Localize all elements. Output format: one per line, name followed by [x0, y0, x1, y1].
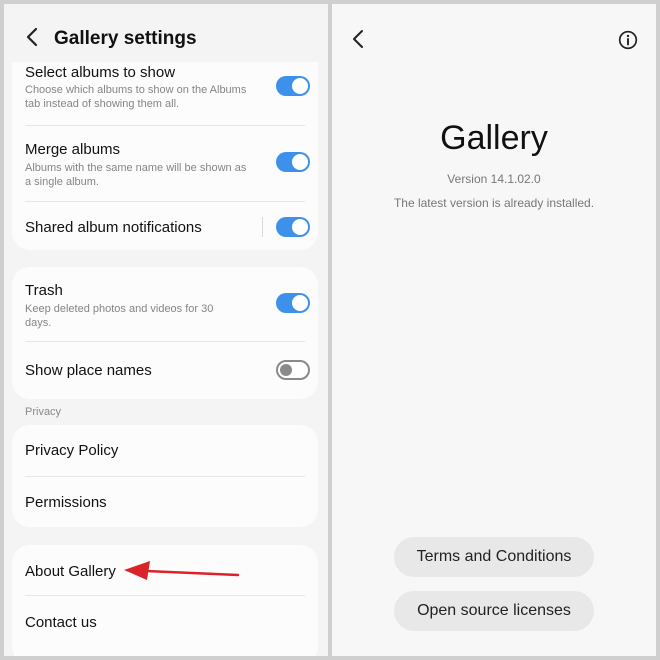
menu-item-label: Privacy Policy: [25, 442, 119, 459]
setting-row-show-place-names[interactable]: Show place names: [12, 342, 318, 394]
trash-toggle[interactable]: [276, 293, 310, 313]
setting-subtitle: Choose which albums to show on the Album…: [25, 84, 247, 110]
update-status-text: The latest version is already installed.: [393, 196, 595, 210]
privacy-card: Privacy Policy Permissions: [12, 425, 318, 527]
screenshot-frame: Gallery settings Select albums to show C…: [0, 0, 660, 660]
version-text: Version 14.1.02.0: [447, 172, 541, 186]
setting-subtitle: Keep deleted photos and videos for 30 da…: [25, 303, 214, 329]
red-arrow-annotation-icon: [124, 561, 240, 580]
setting-title: Trash: [25, 282, 63, 299]
open-source-licenses-button[interactable]: Open source licenses: [394, 591, 594, 631]
menu-item-privacy-policy[interactable]: Privacy Policy: [12, 425, 318, 477]
menu-item-label: Contact us: [25, 614, 97, 631]
select-albums-toggle[interactable]: [276, 76, 310, 96]
setting-title: Shared album notifications: [25, 219, 202, 236]
gallery-settings-screen: Gallery settings Select albums to show C…: [4, 4, 328, 656]
divider: [262, 217, 263, 237]
menu-item-contact-us[interactable]: Contact us: [12, 596, 318, 648]
setting-title: Show place names: [25, 362, 152, 379]
terms-and-conditions-button[interactable]: Terms and Conditions: [394, 537, 594, 577]
back-chevron-icon[interactable]: [22, 26, 44, 48]
show-place-names-toggle[interactable]: [276, 360, 310, 380]
menu-item-permissions[interactable]: Permissions: [12, 477, 318, 527]
app-name: Gallery: [440, 119, 548, 157]
page-title: Gallery settings: [54, 28, 197, 49]
setting-title: Select albums to show: [25, 64, 176, 81]
setting-row-shared-album-notifications[interactable]: Shared album notifications: [12, 202, 318, 250]
about-gallery-screen: Gallery Version 14.1.02.0 The latest ver…: [332, 4, 656, 656]
info-icon[interactable]: [618, 30, 638, 50]
trash-settings-card: Trash Keep deleted photos and videos for…: [12, 267, 318, 399]
settings-header: Gallery settings: [4, 4, 328, 62]
setting-row-trash[interactable]: Trash Keep deleted photos and videos for…: [12, 267, 318, 342]
albums-settings-card: Select albums to show Choose which album…: [12, 34, 318, 250]
setting-subtitle: Albums with the same name will be shown …: [25, 162, 247, 188]
menu-item-label: Permissions: [25, 494, 107, 511]
back-chevron-icon[interactable]: [348, 28, 370, 50]
section-label-privacy: Privacy: [25, 406, 62, 418]
shared-album-notifications-toggle[interactable]: [276, 217, 310, 237]
menu-item-label: About Gallery: [25, 563, 116, 580]
merge-albums-toggle[interactable]: [276, 152, 310, 172]
setting-row-merge-albums[interactable]: Merge albums Albums with the same name w…: [12, 126, 318, 202]
setting-title: Merge albums: [25, 141, 121, 158]
